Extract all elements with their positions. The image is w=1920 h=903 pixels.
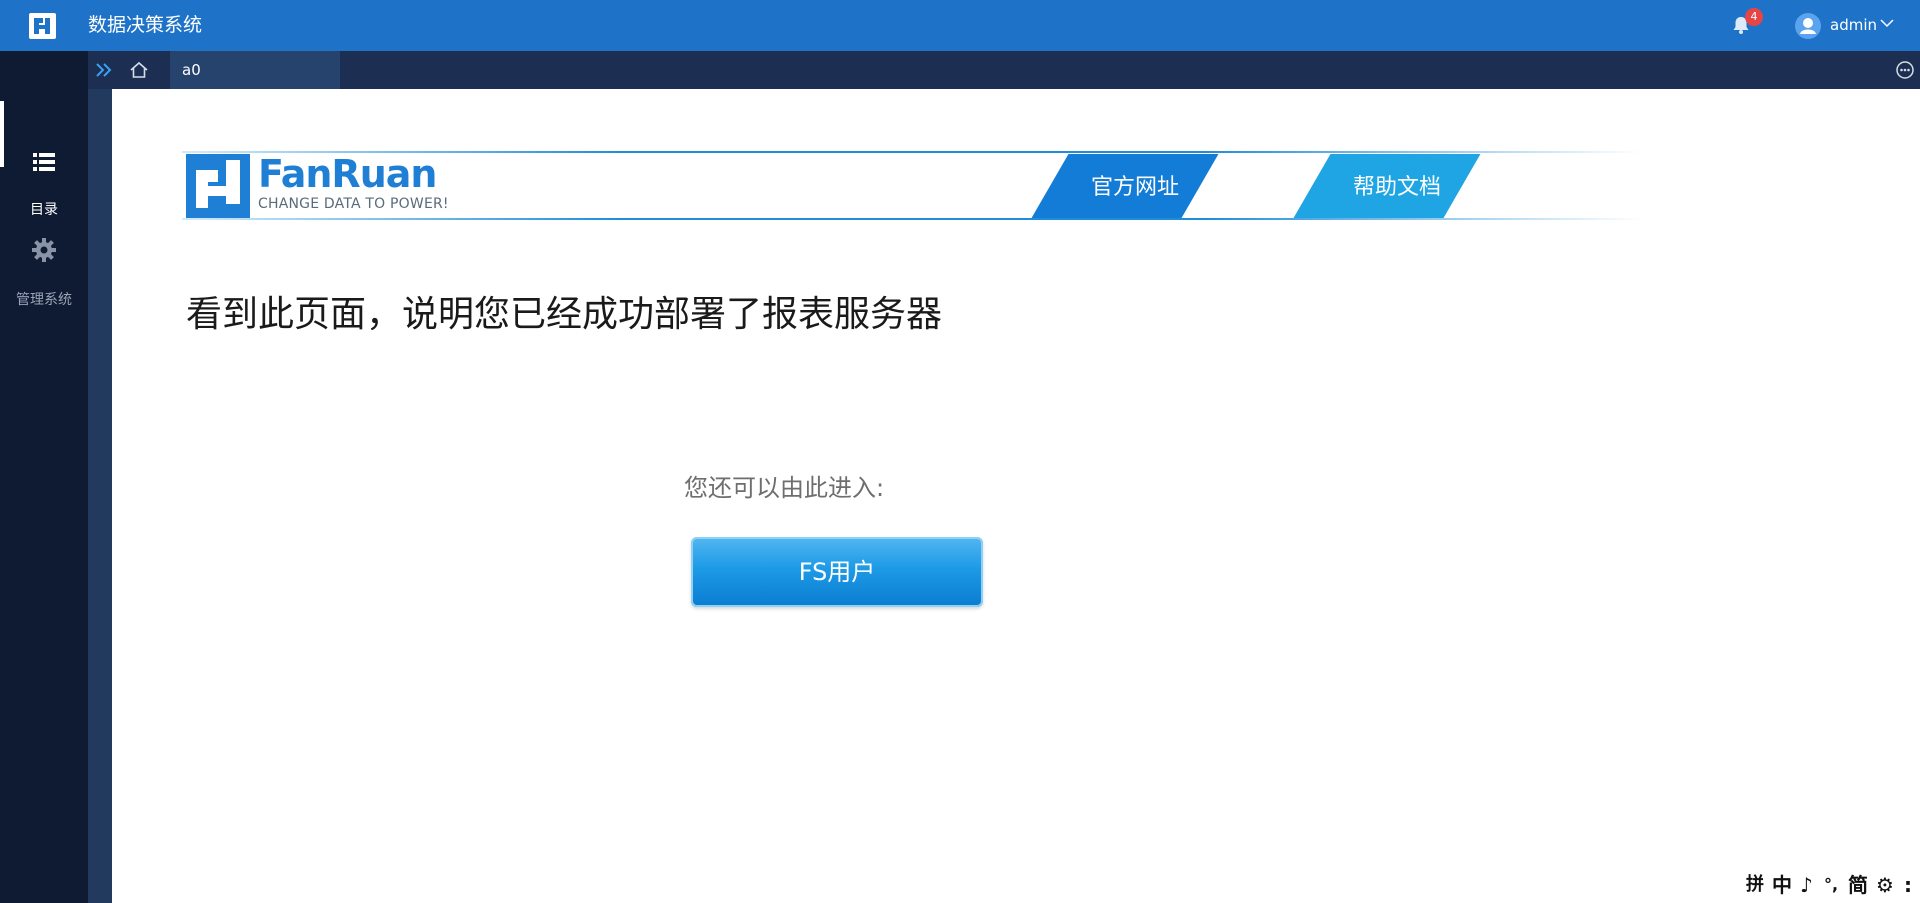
- tab-bar: a0: [88, 51, 1920, 89]
- ime-chinese-mode[interactable]: 中: [1772, 873, 1792, 897]
- enter-prompt: 您还可以由此进入:: [684, 474, 885, 502]
- sidebar-item-label: 目录: [30, 202, 58, 218]
- chevron-down-icon[interactable]: [1880, 18, 1894, 28]
- user-avatar[interactable]: [1795, 13, 1821, 39]
- main-content: FanRuan CHANGE DATA TO POWER! 官方网址 帮助文档 …: [112, 89, 1920, 903]
- app-logo-icon[interactable]: [29, 13, 56, 39]
- help-docs-label[interactable]: 帮助文档: [1312, 173, 1482, 203]
- fs-user-button[interactable]: FS用户: [691, 537, 983, 607]
- username-label[interactable]: admin: [1830, 15, 1877, 35]
- fanruan-logo-icon: [186, 154, 250, 218]
- notification-badge: 4: [1745, 8, 1763, 26]
- ime-more-icon[interactable]: :: [1904, 873, 1912, 897]
- brand-tagline: CHANGE DATA TO POWER!: [258, 196, 449, 212]
- tab-a0[interactable]: a0: [170, 51, 340, 89]
- app-title: 数据决策系统: [88, 14, 203, 36]
- double-chevron-right-icon[interactable]: [94, 61, 114, 79]
- official-site-label[interactable]: 官方网址: [1050, 173, 1220, 203]
- ime-simplified-mode[interactable]: 简: [1848, 873, 1868, 897]
- ime-settings-icon[interactable]: ⚙: [1876, 873, 1894, 897]
- page-headline: 看到此页面，说明您已经成功部署了报表服务器: [186, 294, 943, 335]
- user-icon: [1800, 18, 1816, 34]
- content-gutter: [88, 89, 112, 903]
- list-icon: [33, 153, 55, 171]
- ime-pinyin-icon[interactable]: 拼: [1746, 873, 1764, 897]
- ime-punctuation-icon[interactable]: °,: [1824, 873, 1838, 897]
- banner-bottom-line: [182, 218, 1642, 220]
- home-icon[interactable]: [128, 59, 150, 81]
- sidebar-item-label: 管理系统: [16, 292, 72, 308]
- sidebar-item-management[interactable]: 管理系统: [0, 237, 88, 323]
- tab-label: a0: [182, 61, 201, 79]
- ime-toolbar: 拼 中 ♪ °, 简 ⚙ :: [1734, 871, 1920, 899]
- brand-name: FanRuan: [258, 152, 437, 196]
- left-sidebar: 目录 管理系统: [0, 51, 88, 903]
- ime-moon-icon[interactable]: ♪: [1800, 873, 1813, 897]
- gear-icon: [32, 238, 56, 262]
- sidebar-item-catalog[interactable]: 目录: [0, 101, 88, 218]
- more-options-icon[interactable]: [1894, 59, 1916, 81]
- top-header-bar: 数据决策系统 4 admin: [0, 0, 1920, 51]
